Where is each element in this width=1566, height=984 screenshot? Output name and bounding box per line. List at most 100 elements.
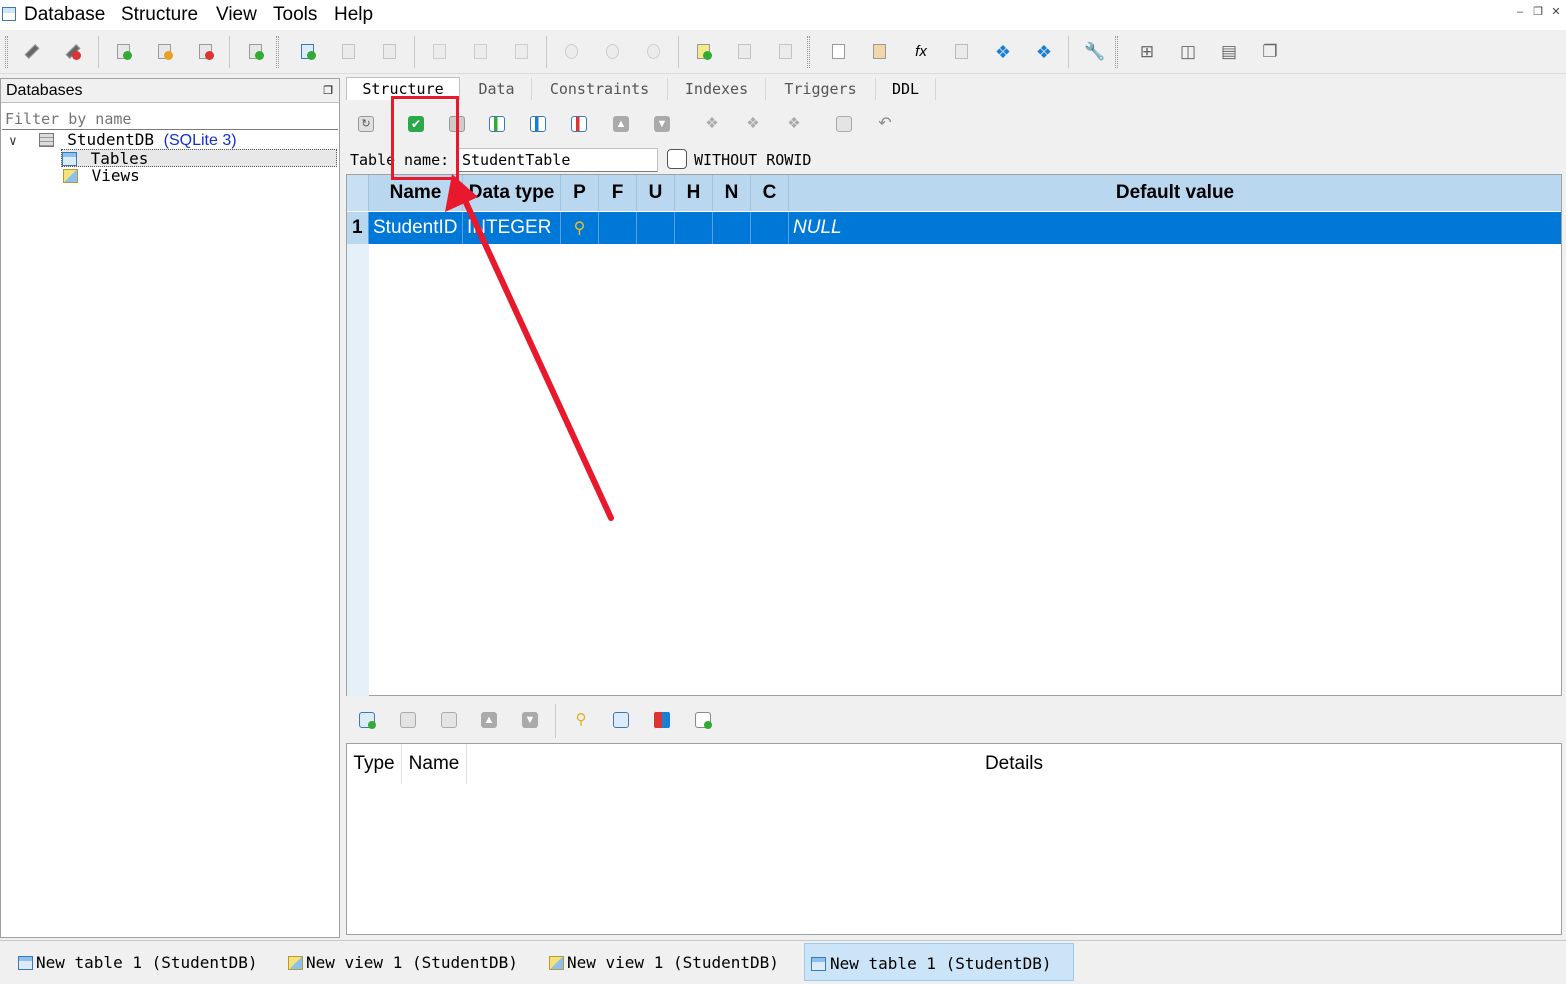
delete-trigger-icon[interactable] — [644, 42, 664, 62]
delete-index-icon[interactable] — [512, 42, 532, 62]
add-unique-constraint-icon[interactable] — [654, 712, 670, 728]
constraint-header-details[interactable]: Details — [467, 744, 1561, 784]
delete-column-icon[interactable] — [571, 116, 587, 132]
move-column-up-icon[interactable]: ▲ — [613, 116, 629, 132]
add-foreign-key-icon[interactable]: ❖ — [745, 116, 761, 132]
copy-icon[interactable] — [836, 116, 852, 132]
menu-help[interactable]: Help — [332, 4, 375, 26]
without-rowid-checkbox[interactable] — [667, 149, 687, 169]
cell-unique[interactable] — [637, 212, 675, 244]
edit-column-icon[interactable] — [530, 116, 546, 132]
task-new-view-2[interactable]: New view 1 (StudentDB) — [549, 943, 799, 981]
create-index-icon[interactable] — [430, 42, 450, 62]
tree-item-studentdb[interactable]: ∨ StudentDB (SQLite 3) — [9, 131, 237, 151]
tab-ddl[interactable]: DDL — [876, 78, 936, 100]
add-pk-constraint-icon[interactable]: ⚲ — [573, 712, 589, 728]
column-header-primary-key[interactable]: P — [561, 175, 599, 211]
remove-database-icon[interactable] — [196, 42, 216, 62]
column-header-unique[interactable]: U — [637, 175, 675, 211]
restore-icon[interactable]: ❐ — [1529, 4, 1547, 20]
databases-panel-title: Databases — [6, 82, 83, 99]
delete-constraint-icon[interactable] — [441, 712, 457, 728]
edit-index-icon[interactable] — [471, 42, 491, 62]
open-sql-editor-icon[interactable] — [870, 42, 890, 62]
table-row[interactable]: 1 StudentID INTEGER ⚲ NULL — [347, 212, 1561, 244]
add-check-constraint-icon[interactable] — [695, 712, 712, 729]
filter-input[interactable] — [2, 108, 338, 130]
sql-editor-icon[interactable] — [829, 42, 849, 62]
add-unique-icon[interactable]: ❖ — [786, 116, 802, 132]
cell-not-null[interactable] — [713, 212, 751, 244]
tab-data[interactable]: Data — [462, 78, 532, 100]
collapse-icon[interactable]: ❖ — [993, 42, 1013, 62]
undock-icon[interactable]: ❐ — [323, 84, 333, 97]
add-primary-key-icon[interactable]: ❖ — [704, 116, 720, 132]
cascade-windows-icon[interactable]: ❐ — [1260, 42, 1280, 62]
tab-triggers[interactable]: Triggers — [766, 78, 876, 100]
task-new-table-1[interactable]: New table 1 (StudentDB) — [18, 943, 268, 981]
minimize-icon[interactable]: – — [1511, 4, 1529, 20]
cell-check[interactable] — [675, 212, 713, 244]
menu-view[interactable]: View — [214, 4, 259, 26]
add-database-icon[interactable] — [114, 42, 134, 62]
undo-icon[interactable]: ↶ — [877, 116, 893, 132]
cell-primary-key[interactable]: ⚲ — [561, 212, 599, 244]
views-folder-icon — [63, 169, 78, 183]
tab-constraints[interactable]: Constraints — [532, 78, 668, 100]
edit-constraint-icon[interactable] — [400, 712, 416, 728]
cell-default-value[interactable]: NULL — [789, 212, 1561, 244]
connect-db-icon[interactable] — [22, 42, 42, 62]
menu-structure[interactable]: Structure — [119, 4, 200, 26]
add-fk-constraint-icon[interactable] — [613, 712, 629, 728]
move-column-down-icon[interactable]: ▼ — [654, 116, 670, 132]
chevron-down-icon[interactable]: ∨ — [9, 133, 29, 151]
tables-folder-icon — [62, 152, 77, 166]
column-header-default-value[interactable]: Default value — [789, 175, 1561, 211]
delete-view-icon[interactable] — [776, 42, 796, 62]
tile-vertical-icon[interactable]: ▤ — [1219, 42, 1239, 62]
create-view-icon[interactable] — [694, 42, 714, 62]
column-header-name[interactable]: Name — [369, 175, 463, 211]
cell-data-type[interactable]: INTEGER — [463, 212, 561, 244]
task-new-view-1[interactable]: New view 1 (StudentDB) — [288, 943, 538, 981]
column-header-not-null[interactable]: N — [713, 175, 751, 211]
cell-name[interactable]: StudentID — [369, 212, 463, 244]
cell-foreign-key[interactable] — [599, 212, 637, 244]
cell-collate[interactable] — [751, 212, 789, 244]
column-header-check[interactable]: H — [675, 175, 713, 211]
task-new-table-1-active[interactable]: New table 1 (StudentDB) — [804, 943, 1074, 981]
menu-tools[interactable]: Tools — [271, 4, 319, 26]
collations-icon[interactable] — [952, 42, 972, 62]
add-constraint-icon[interactable] — [359, 712, 376, 729]
create-trigger-icon[interactable] — [562, 42, 582, 62]
delete-table-icon[interactable] — [380, 42, 400, 62]
edit-table-icon[interactable] — [339, 42, 359, 62]
tree-item-views[interactable]: Views — [63, 167, 140, 185]
column-header-foreign-key[interactable]: F — [599, 175, 637, 211]
column-header-collate[interactable]: C — [751, 175, 789, 211]
refresh-icon[interactable]: ↻ — [358, 116, 374, 132]
tab-indexes[interactable]: Indexes — [668, 78, 766, 100]
constraint-header-name[interactable]: Name — [402, 744, 467, 784]
tile-horizontal-icon[interactable]: ◫ — [1178, 42, 1198, 62]
menu-database[interactable]: Database — [22, 4, 107, 26]
edit-trigger-icon[interactable] — [603, 42, 623, 62]
constraint-header-type[interactable]: Type — [347, 744, 402, 784]
import-icon[interactable] — [246, 42, 266, 62]
disconnect-db-icon[interactable] — [63, 42, 83, 62]
edit-database-icon[interactable] — [155, 42, 175, 62]
table-name-input[interactable] — [458, 148, 658, 172]
close-icon[interactable]: ✕ — [1547, 4, 1565, 20]
tree-item-tables[interactable]: Tables — [61, 149, 337, 168]
expand-icon[interactable]: ❖ — [1034, 42, 1054, 62]
functions-icon[interactable]: fx — [911, 42, 931, 62]
create-table-icon[interactable] — [298, 42, 318, 62]
move-constraint-down-icon[interactable]: ▼ — [522, 712, 538, 728]
add-column-icon[interactable] — [489, 116, 505, 132]
move-constraint-up-icon[interactable]: ▲ — [481, 712, 497, 728]
tile-windows-icon[interactable]: ⊞ — [1137, 42, 1157, 62]
edit-view-icon[interactable] — [735, 42, 755, 62]
wrench-icon[interactable]: 🔧 — [1084, 42, 1105, 62]
tree-item-label: Views — [91, 166, 140, 185]
column-header-data-type[interactable]: Data type — [463, 175, 561, 211]
